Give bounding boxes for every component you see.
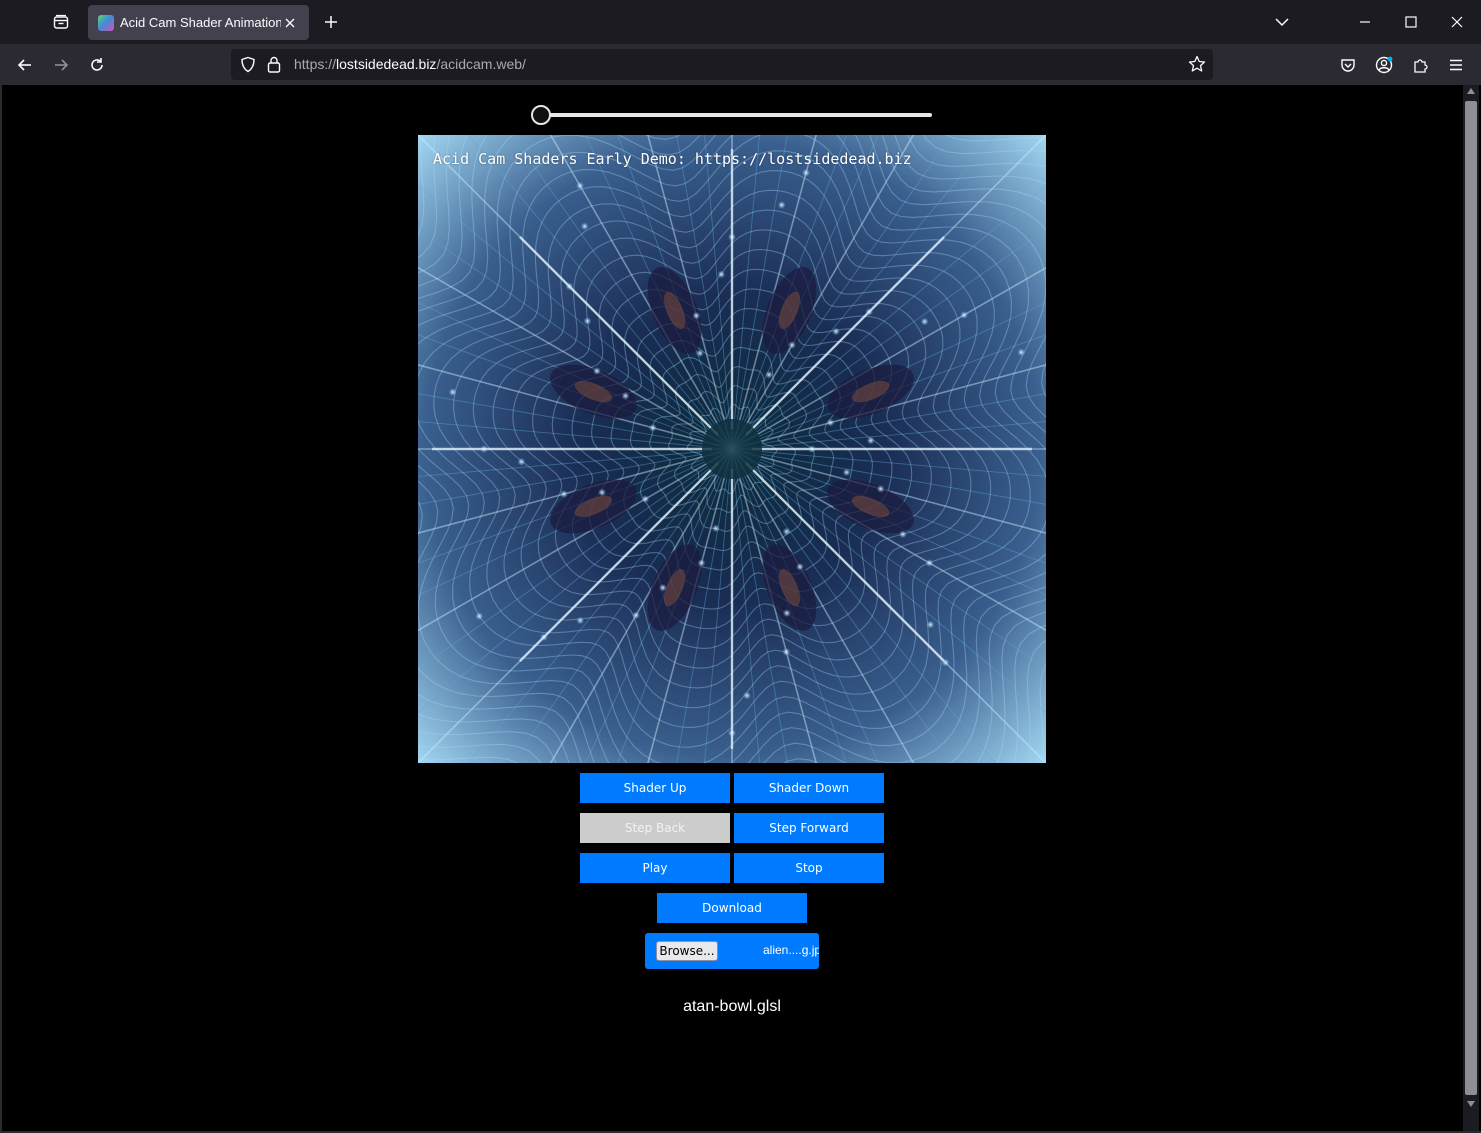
file-input[interactable]: Browse... alien....g.jpg [645, 933, 819, 969]
tab-title: Acid Cam Shader Animation [120, 15, 282, 30]
tab-list-icon [53, 14, 69, 29]
star-icon [1188, 55, 1206, 72]
url-path: /acidcam.web/ [436, 56, 526, 72]
step-back-button[interactable]: Step Back [580, 813, 730, 843]
close-window-icon [1451, 16, 1463, 28]
scroll-up-arrow-icon[interactable] [1467, 88, 1475, 94]
url-scheme: https:// [294, 56, 337, 72]
scrollbar-thumb[interactable] [1465, 101, 1477, 1095]
reload-icon [91, 58, 103, 71]
puzzle-icon [1414, 59, 1428, 73]
maximize-button[interactable] [1388, 0, 1434, 44]
tab-active[interactable]: Acid Cam Shader Animation [88, 5, 309, 40]
shader-canvas: Acid Cam Shaders Early Demo: https://los… [418, 135, 1046, 763]
back-button[interactable] [10, 50, 40, 80]
scroll-down-arrow-icon[interactable] [1467, 1101, 1475, 1107]
account-button[interactable] [1369, 50, 1399, 80]
selected-file-name: alien....g.jpg [763, 943, 819, 957]
download-button[interactable]: Download [657, 893, 807, 923]
tab-overflow-button[interactable] [1259, 0, 1305, 44]
minimize-icon [1360, 21, 1370, 23]
url-text[interactable]: https://lostsidedead.biz/acidcam.web/ [294, 56, 526, 72]
arrow-right-icon [55, 59, 69, 71]
hamburger-icon [1450, 59, 1462, 71]
close-window-button[interactable] [1434, 0, 1480, 44]
reload-button[interactable] [82, 50, 112, 80]
pocket-button[interactable] [1333, 50, 1363, 80]
current-shader-name: atan-bowl.glsl [683, 998, 781, 1015]
canvas-overlay-text: Acid Cam Shaders Early Demo: https://los… [433, 150, 912, 168]
slider-track [540, 113, 932, 117]
extensions-button[interactable] [1405, 50, 1435, 80]
url-bar[interactable]: https://lostsidedead.biz/acidcam.web/ [231, 49, 1213, 80]
step-forward-button[interactable]: Step Forward [734, 813, 884, 843]
bookmark-button[interactable] [1188, 55, 1206, 78]
arrow-left-icon [17, 59, 31, 71]
plus-icon [325, 16, 337, 28]
browse-button[interactable]: Browse... [656, 941, 718, 961]
minimize-button[interactable] [1342, 0, 1388, 44]
slider-thumb[interactable] [531, 105, 551, 125]
shader-up-button[interactable]: Shader Up [580, 773, 730, 803]
app-menu-button[interactable] [1441, 50, 1471, 80]
close-icon [285, 18, 295, 27]
account-icon [1375, 56, 1393, 74]
new-tab-button[interactable] [318, 8, 344, 36]
page-scrollbar[interactable] [1463, 85, 1479, 1131]
maximize-icon [1405, 16, 1417, 28]
tab-list-button[interactable] [46, 8, 76, 36]
url-host: lostsidedead.biz [336, 56, 437, 72]
tab-close-button[interactable] [281, 14, 299, 32]
chevron-down-icon [1275, 18, 1289, 27]
forward-button[interactable] [46, 50, 76, 80]
navigation-toolbar: https://lostsidedead.biz/acidcam.web/ [0, 44, 1481, 85]
tab-favicon-icon [98, 14, 114, 31]
shield-icon [241, 56, 255, 73]
lock-icon [267, 56, 281, 73]
stop-button[interactable]: Stop [734, 853, 884, 883]
speed-slider[interactable] [530, 104, 934, 126]
tab-bar: Acid Cam Shader Animation [0, 0, 1481, 44]
play-button[interactable]: Play [580, 853, 730, 883]
site-security-button[interactable] [267, 56, 281, 78]
shader-output-image [418, 135, 1046, 763]
tracking-protection-button[interactable] [240, 56, 256, 78]
shader-down-button[interactable]: Shader Down [734, 773, 884, 803]
pocket-icon [1341, 59, 1355, 72]
